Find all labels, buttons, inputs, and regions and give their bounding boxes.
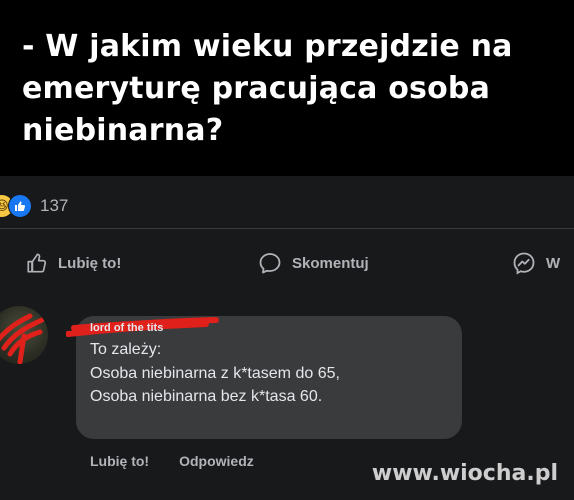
divider <box>0 228 574 229</box>
reaction-summary[interactable]: 😆 137 <box>0 194 68 218</box>
messenger-icon <box>513 252 535 275</box>
messenger-share-label: W <box>546 254 561 272</box>
post-action-bar: Lubię to! Skomentuj W <box>0 248 574 278</box>
like-button[interactable]: Lubię to! <box>26 248 121 278</box>
like-button-label: Lubię to! <box>58 254 122 272</box>
meme-title: - W jakim wieku przejdzie na emeryturę p… <box>22 29 513 148</box>
watermark: www.wiocha.pl <box>371 461 558 486</box>
comment-line: To zależy: <box>90 341 162 358</box>
comment-like-link[interactable]: Lubię to! <box>90 453 149 469</box>
messenger-share-button[interactable]: W <box>512 248 560 278</box>
avatar[interactable] <box>0 306 48 364</box>
comment-reply-link[interactable]: Odpowiedz <box>179 453 254 469</box>
facebook-post-screenshot: 😆 137 Lubię to! Skomentuj W lord of the … <box>0 176 574 500</box>
avatar-scribble-icon <box>0 313 45 364</box>
comment-line: Osoba niebinarna bez k*tasa 60. <box>90 388 323 405</box>
comment-button[interactable]: Skomentuj <box>258 248 369 278</box>
like-reaction-icon <box>8 194 32 218</box>
comment-text: To zależy: Osoba niebinarna z k*tasem do… <box>90 338 340 409</box>
comment-author[interactable]: lord of the tits <box>90 322 163 334</box>
comment-button-label: Skomentuj <box>292 254 369 272</box>
comment-line: Osoba niebinarna z k*tasem do 65, <box>90 364 340 382</box>
comment-bubble: lord of the tits To zależy: Osoba niebin… <box>66 316 462 439</box>
comment-actions: Lubię to! Odpowiedz <box>90 453 284 469</box>
speech-bubble-icon <box>259 253 281 274</box>
reaction-count: 137 <box>40 196 69 215</box>
thumbs-up-icon <box>27 253 47 273</box>
